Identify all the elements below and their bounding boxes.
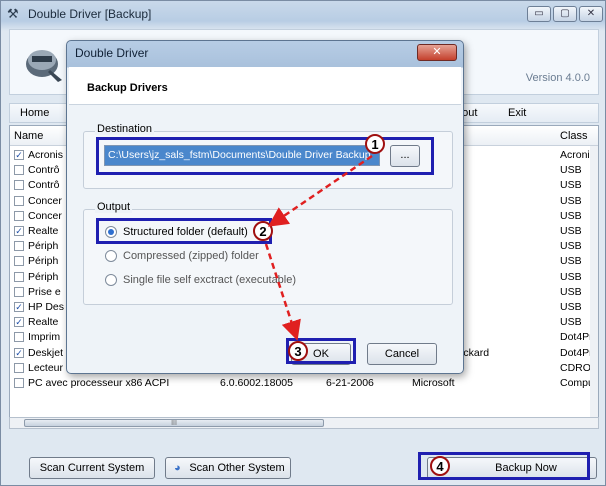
radio-label: Single file self exctract (executable)	[123, 274, 297, 286]
row-checkbox[interactable]	[14, 165, 24, 176]
cell-name: Contrô	[28, 179, 60, 192]
minimize-button[interactable]: ▭	[527, 6, 551, 22]
cell-class: USB	[560, 301, 582, 313]
maximize-button[interactable]: ▢	[553, 6, 577, 22]
cell-name: Contrô	[28, 164, 60, 177]
cell-name: Imprim	[28, 331, 61, 344]
row-checkbox[interactable]	[14, 210, 24, 221]
dialog-header: Backup Drivers	[69, 67, 461, 105]
radio-dot	[105, 274, 117, 286]
cell-class: USB	[560, 255, 582, 268]
cell-name: Périph	[28, 240, 59, 253]
radio-compressed-folder[interactable]: Compressed (zipped) folder	[105, 249, 345, 265]
cell-class: USB	[560, 270, 582, 283]
row-checkbox[interactable]	[14, 195, 24, 206]
row-checkbox[interactable]	[14, 180, 24, 191]
dialog-header-title: Backup Drivers	[87, 82, 168, 94]
backup-dialog: Double Driver ✕ Backup Drivers Destinati…	[66, 40, 464, 374]
window-controls: ▭ ▢ ✕	[527, 6, 603, 22]
column-header-name[interactable]: Name	[14, 130, 43, 142]
step-marker-1: 1	[365, 134, 385, 154]
cell-name: Prise e	[28, 285, 61, 298]
highlight-structured-folder	[96, 218, 272, 244]
row-checkbox[interactable]: ✓	[14, 347, 24, 358]
row-checkbox[interactable]: ✓	[14, 302, 24, 312]
cell-name: Concer	[28, 209, 62, 222]
scan-other-system-label: Scan Other System	[189, 462, 285, 474]
cancel-button[interactable]: Cancel	[367, 343, 437, 365]
version-label: Version 4.0.0	[525, 72, 590, 84]
row-checkbox[interactable]: ✓	[14, 150, 24, 160]
row-checkbox[interactable]	[14, 271, 24, 282]
cell-class: USB	[560, 225, 582, 237]
cell-date: 6-21-2006	[326, 377, 374, 389]
cell-class: USB	[560, 194, 582, 207]
cell-class: USB	[560, 240, 582, 253]
dialog-close-button[interactable]: ✕	[417, 44, 457, 61]
row-checkbox[interactable]: ✓	[14, 226, 24, 236]
cell-name: HP Des	[28, 301, 64, 313]
step-marker-4: 4	[430, 456, 450, 476]
row-checkbox[interactable]	[14, 286, 24, 297]
scrollbar-thumb[interactable]: III	[24, 419, 324, 427]
horizontal-scrollbar[interactable]: III	[9, 417, 599, 429]
cell-name: Périph	[28, 255, 59, 268]
output-label: Output	[95, 201, 133, 213]
row-checkbox[interactable]	[14, 362, 24, 373]
app-icon: ⚒	[7, 6, 19, 21]
main-titlebar: ⚒ Double Driver [Backup] ▭ ▢ ✕	[1, 1, 606, 27]
step-marker-2: 2	[253, 221, 273, 241]
globe-icon: ◕	[174, 462, 181, 474]
dialog-title: Double Driver	[75, 46, 149, 60]
vertical-scrollbar[interactable]	[590, 146, 598, 428]
cell-class: USB	[560, 209, 582, 222]
radio-dot	[105, 250, 117, 262]
cell-version: 6.0.6002.18005	[220, 377, 293, 389]
scan-current-system-button[interactable]: Scan Current System	[29, 457, 155, 479]
step-marker-3: 3	[288, 341, 308, 361]
cell-class: USB	[560, 164, 582, 177]
row-checkbox[interactable]	[14, 256, 24, 267]
row-checkbox[interactable]	[14, 241, 24, 252]
cell-name: Concer	[28, 194, 62, 207]
table-row[interactable]: PC avec processeur x86 ACPI 6.0.6002.1800…	[10, 376, 598, 391]
cell-class: USB	[560, 179, 582, 192]
cell-name: Acronis	[28, 149, 64, 161]
destination-label: Destination	[95, 123, 155, 135]
row-checkbox[interactable]	[14, 378, 24, 388]
cell-name: Realte	[28, 225, 59, 237]
row-checkbox[interactable]	[14, 332, 24, 343]
row-checkbox[interactable]: ✓	[14, 317, 24, 328]
radio-single-file[interactable]: Single file self exctract (executable)	[105, 273, 345, 289]
menu-home[interactable]: Home	[20, 107, 49, 119]
cell-provider: Microsoft	[412, 377, 455, 389]
close-button[interactable]: ✕	[579, 6, 603, 22]
cell-class: USB	[560, 285, 582, 298]
cell-name: Périph	[28, 270, 59, 283]
column-header-class[interactable]: Class	[560, 130, 588, 142]
cell-class: USB	[560, 316, 582, 329]
radio-label: Compressed (zipped) folder	[123, 250, 259, 262]
main-window-title: Double Driver [Backup]	[28, 7, 152, 21]
scan-other-system-button[interactable]: ◕ Scan Other System	[165, 457, 291, 479]
menu-exit[interactable]: Exit	[508, 107, 526, 119]
double-driver-logo-icon	[26, 50, 62, 82]
cell-name: Realte	[28, 316, 59, 329]
cell-name: PC avec processeur x86 ACPI	[28, 377, 170, 389]
